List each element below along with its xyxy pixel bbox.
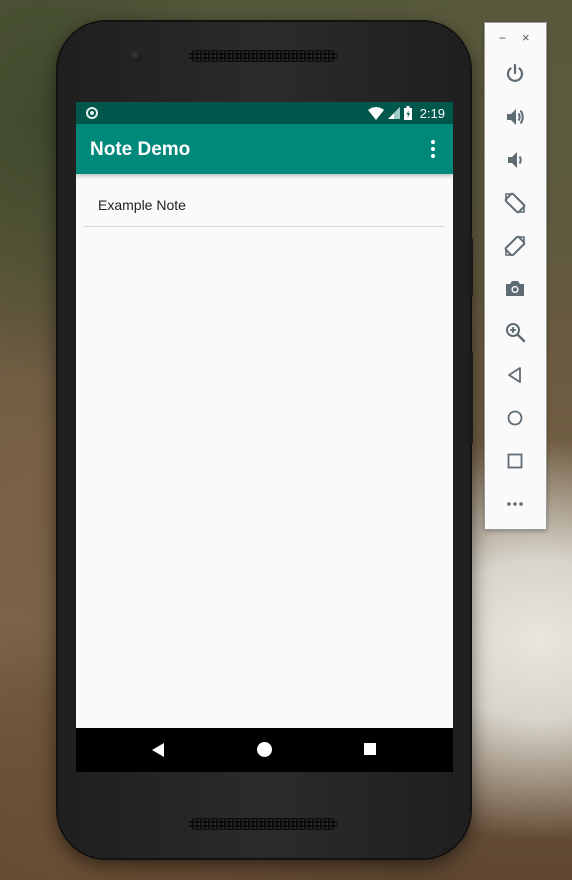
more-icon[interactable]: [502, 491, 528, 517]
emulator-toolbar: − ×: [484, 22, 547, 530]
overview-icon[interactable]: [502, 448, 528, 474]
power-icon[interactable]: [502, 61, 528, 87]
device-screen: 2:19 Note Demo Example Note: [76, 102, 453, 772]
volume-up-icon[interactable]: [502, 104, 528, 130]
note-list: Example Note: [83, 182, 445, 227]
rotate-right-icon[interactable]: [502, 233, 528, 259]
notification-dot-icon: [86, 107, 98, 119]
bottom-speaker: [189, 818, 337, 830]
zoom-icon[interactable]: [502, 319, 528, 345]
recents-icon[interactable]: [364, 743, 376, 755]
note-title: Example Note: [98, 197, 186, 213]
volume-down-icon[interactable]: [502, 147, 528, 173]
back-icon[interactable]: [152, 743, 164, 757]
minimize-button[interactable]: −: [499, 31, 506, 45]
back-icon[interactable]: [502, 362, 528, 388]
home-icon[interactable]: [257, 742, 272, 757]
list-item[interactable]: Example Note: [83, 182, 445, 227]
app-title: Note Demo: [90, 139, 191, 160]
device-volume-key[interactable]: [468, 352, 473, 444]
home-icon[interactable]: [502, 405, 528, 431]
close-button[interactable]: ×: [522, 30, 530, 45]
battery-icon: [403, 106, 412, 120]
wifi-icon: [367, 106, 384, 120]
front-camera: [130, 50, 142, 62]
signal-icon: [387, 107, 400, 119]
top-speaker: [189, 50, 337, 62]
more-vert-icon[interactable]: [421, 137, 445, 161]
screenshot-icon[interactable]: [502, 276, 528, 302]
rotate-left-icon[interactable]: [502, 190, 528, 216]
status-bar: 2:19: [76, 102, 453, 124]
device-power-key[interactable]: [468, 238, 473, 296]
app-bar: Note Demo: [76, 124, 453, 174]
status-time: 2:19: [419, 105, 445, 121]
navigation-bar: [76, 728, 453, 772]
